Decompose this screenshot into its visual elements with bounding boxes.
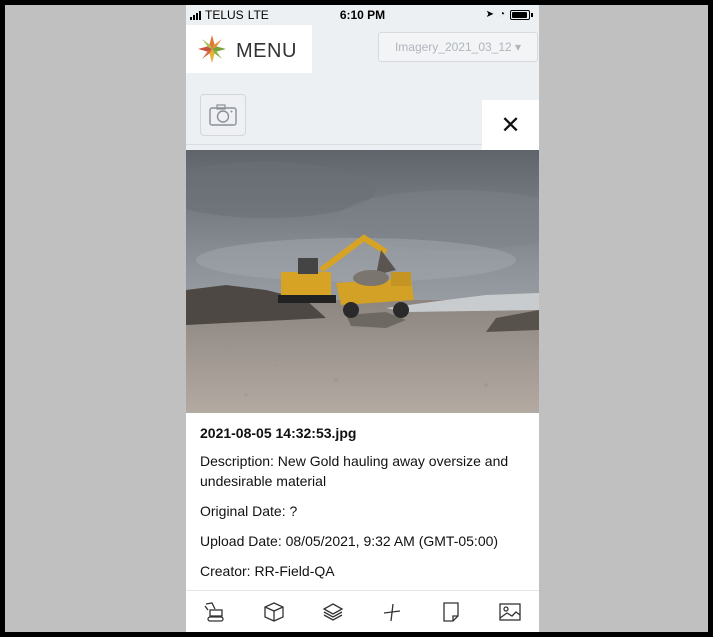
upload-date-text: Upload Date: 08/05/2021, 9:32 AM (GMT-05… (200, 533, 499, 549)
image-icon[interactable] (495, 597, 525, 627)
imagery-dropdown[interactable]: Imagery_2021_03_12 ▾ (378, 32, 538, 62)
measure-icon[interactable] (377, 597, 407, 627)
status-bar: TELUS LTE 6:10 PM ➤ ◔ (186, 5, 539, 25)
excavator-icon[interactable] (200, 597, 230, 627)
layers-icon[interactable] (318, 597, 348, 627)
location-arrow-icon: ➤ (485, 9, 494, 20)
photo-image (186, 150, 539, 413)
box-icon[interactable] (259, 597, 289, 627)
file-name: 2021-08-05 14:32:53.jpg (200, 425, 357, 441)
photo-details: 2021-08-05 14:32:53.jpg Description: New… (186, 413, 539, 590)
original-date-text: Original Date: ? (200, 503, 298, 519)
menu-button[interactable]: MENU (186, 25, 312, 73)
note-icon[interactable] (436, 597, 466, 627)
camera-button[interactable] (200, 94, 246, 136)
phone-screen: TELUS LTE 6:10 PM ➤ ◔ MENU Imagery_2021_… (186, 5, 539, 632)
menu-label: MENU (236, 40, 297, 62)
photo-preview[interactable] (186, 150, 539, 413)
close-button[interactable]: ✕ (482, 100, 539, 150)
alarm-icon: ◔ (498, 9, 505, 20)
description-text: Description: New Gold hauling away overs… (200, 453, 509, 489)
camera-icon (209, 104, 237, 126)
creator-text: Creator: RR-Field-QA (200, 563, 335, 579)
battery-icon (510, 9, 530, 20)
bottom-toolbar (186, 590, 539, 632)
app-logo-icon (198, 35, 226, 63)
